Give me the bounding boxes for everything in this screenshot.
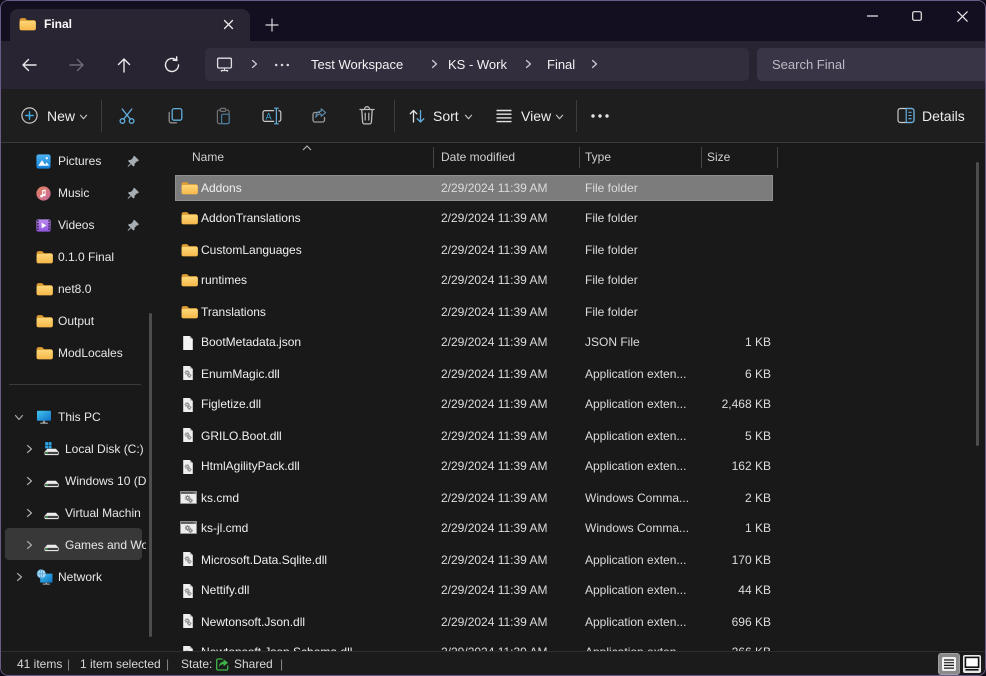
svg-text:A: A <box>266 111 272 121</box>
